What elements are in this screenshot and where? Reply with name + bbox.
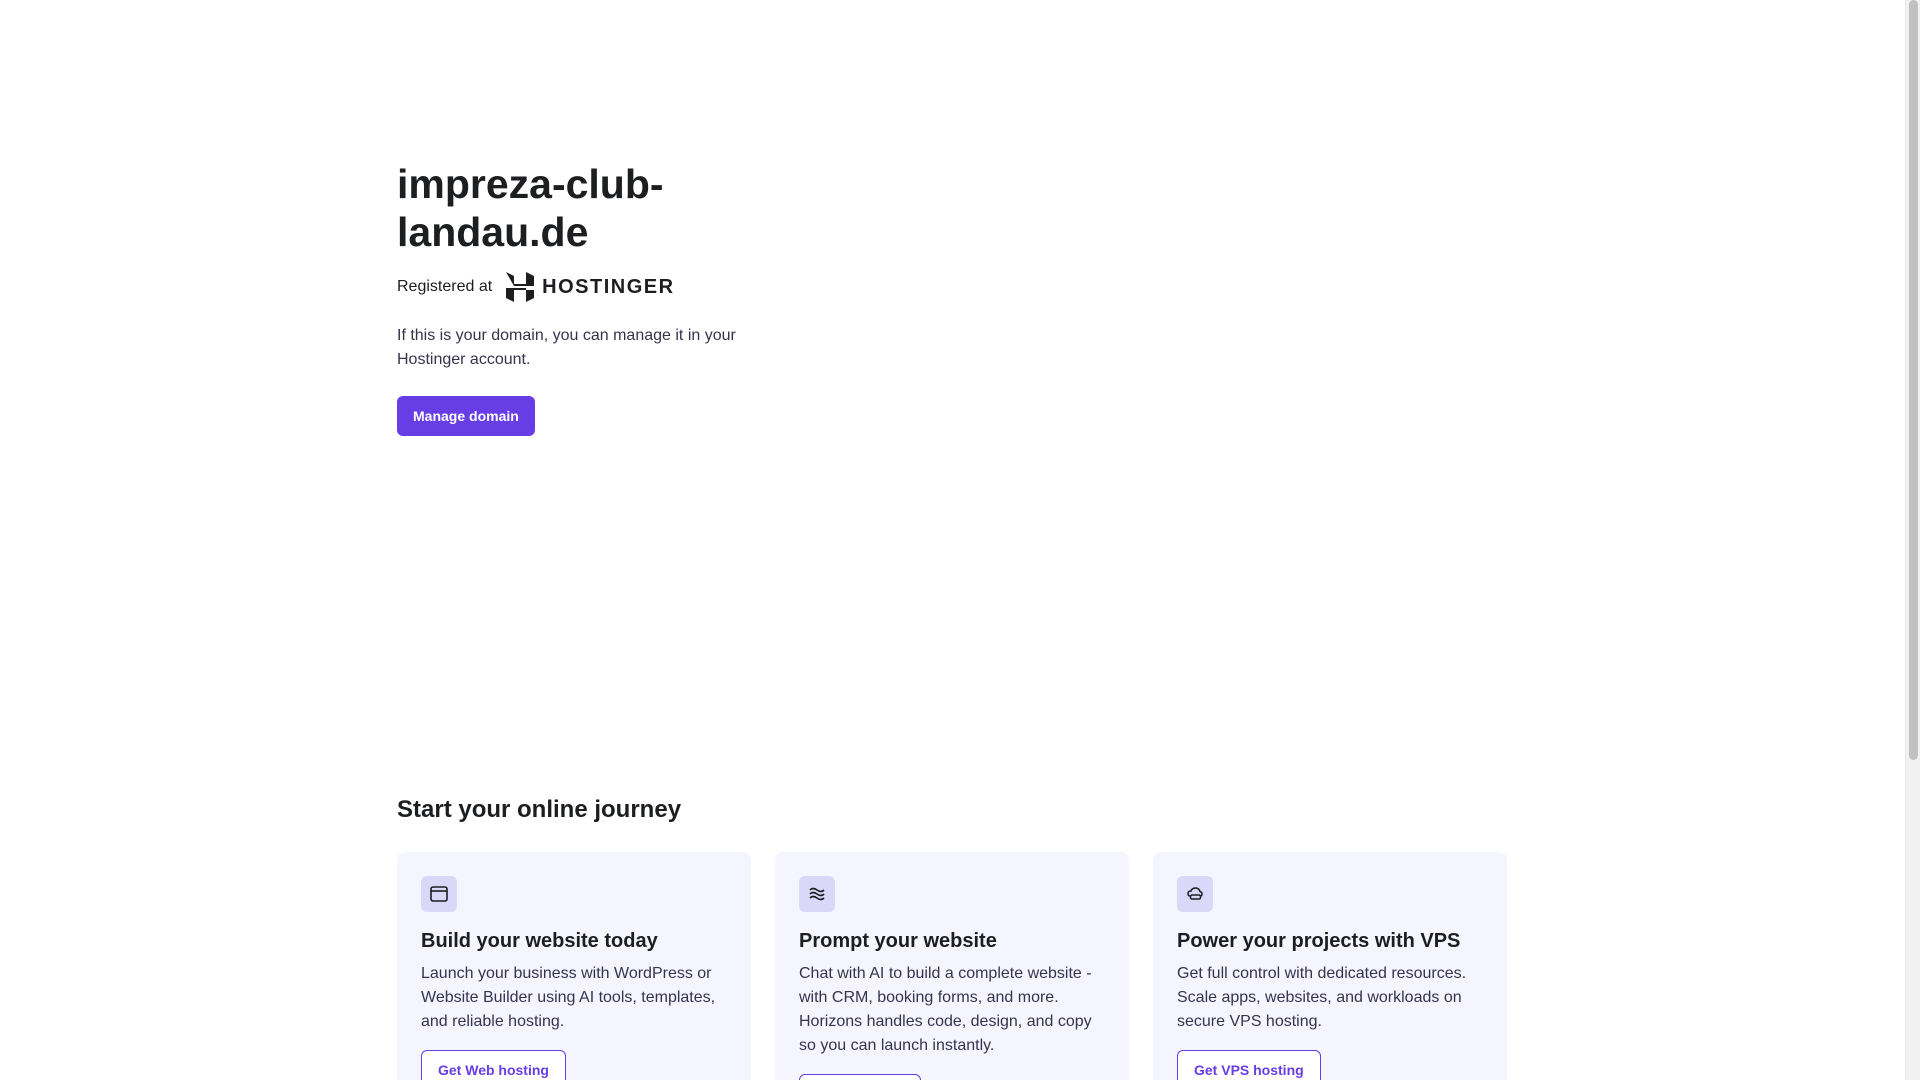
card-description: Launch your business with WordPress or W…: [421, 965, 716, 1030]
journey-cards: Build your website today Launch your bus…: [397, 852, 1509, 1080]
card-title: Build your website today: [421, 930, 658, 952]
hostinger-logo[interactable]: HOSTINGER: [506, 272, 674, 302]
get-vps-hosting-button[interactable]: Get VPS hosting: [1177, 1050, 1321, 1080]
page: impreza-club-landau.de Registered at HOS…: [0, 0, 1905, 1080]
hero-description: If this is your domain, you can manage i…: [397, 327, 736, 368]
card-description: Chat with AI to build a complete website…: [799, 965, 1092, 1054]
hostinger-logo-text: HOSTINGER: [542, 275, 675, 298]
manage-domain-button[interactable]: Manage domain: [397, 396, 535, 436]
card-title: Power your projects with VPS: [1177, 930, 1461, 952]
journey-title: Start your online journey: [397, 796, 682, 823]
get-web-hosting-button[interactable]: Get Web hosting: [421, 1050, 566, 1080]
hostinger-logo-icon: [506, 272, 535, 302]
card-horizons: Prompt your website Chat with AI to buil…: [775, 852, 1129, 1080]
registrar-row: Registered at HOSTINGER: [397, 272, 777, 302]
registered-label: Registered at: [397, 278, 493, 295]
card-vps: Power your projects with VPS Get full co…: [1153, 852, 1507, 1080]
card-web-hosting: Build your website today Launch your bus…: [397, 852, 751, 1080]
horizons-button[interactable]: [799, 1074, 921, 1080]
browser-window-icon: [421, 876, 457, 912]
vertical-scrollbar[interactable]: [1905, 0, 1920, 1080]
card-description: Get full control with dedicated resource…: [1177, 965, 1467, 1030]
cloud-server-icon: [1177, 876, 1213, 912]
waves-icon: [799, 876, 835, 912]
card-title: Prompt your website: [799, 930, 997, 952]
hero-section: impreza-club-landau.de Registered at HOS…: [397, 160, 777, 436]
scrollbar-thumb[interactable]: [1909, 0, 1918, 760]
domain-title: impreza-club-landau.de: [397, 161, 664, 255]
